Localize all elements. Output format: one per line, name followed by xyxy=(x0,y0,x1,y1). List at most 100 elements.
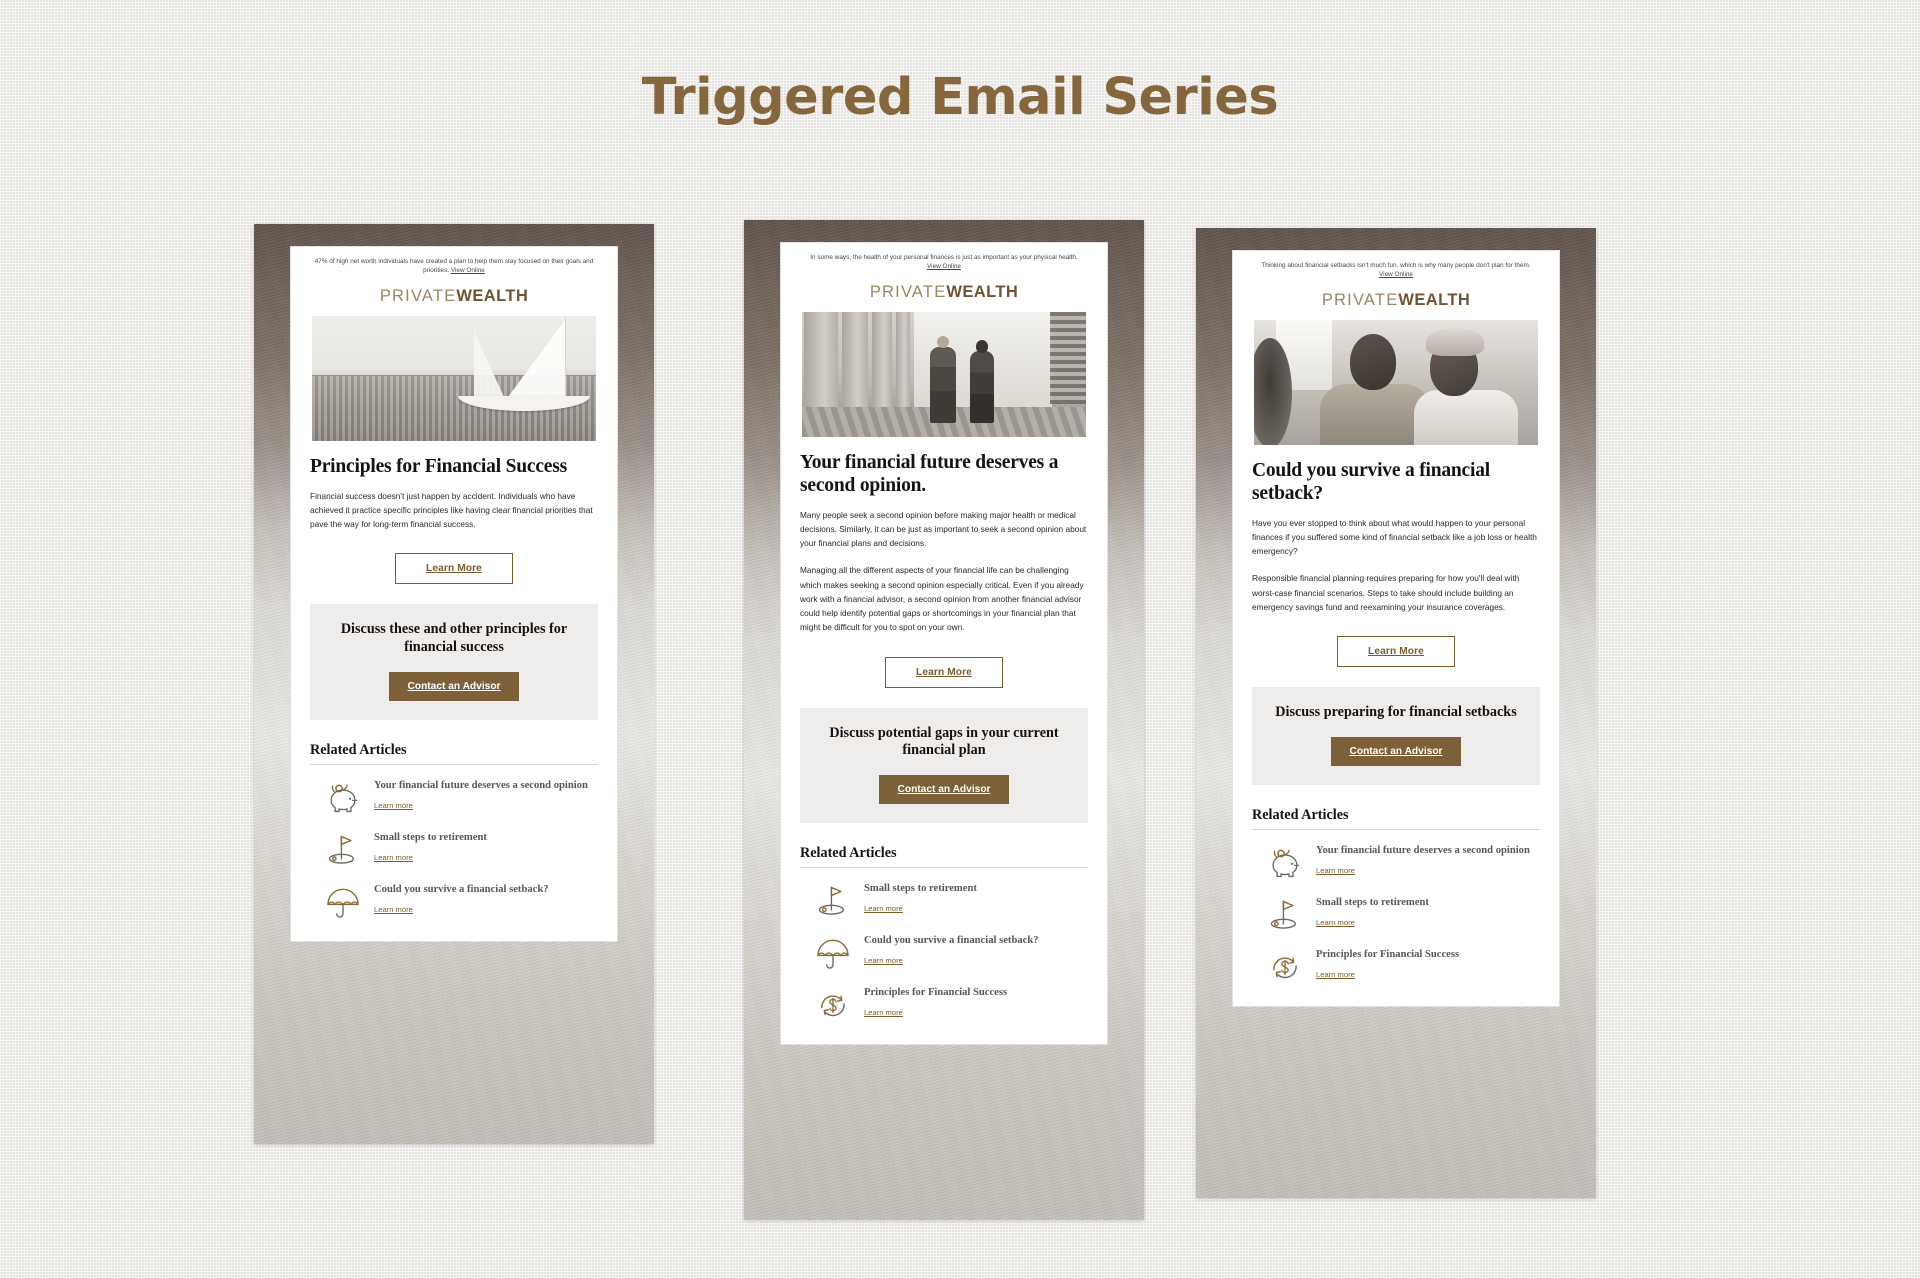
list-item[interactable]: Your financial future deserves a second … xyxy=(310,779,598,817)
related-articles-section: Related Articles Your financial future d… xyxy=(1252,807,1540,986)
article-title: Principles for Financial Success xyxy=(864,986,1008,998)
list-item[interactable]: Your financial future deserves a second … xyxy=(1252,844,1540,882)
learn-more-button[interactable]: Learn More xyxy=(885,656,1003,688)
column-shape xyxy=(872,311,892,410)
callout-box: Discuss these and other principles for f… xyxy=(310,604,598,720)
preheader-1: 47% of high net worth individuals have c… xyxy=(291,247,617,276)
person-man-head-shape xyxy=(1350,333,1396,390)
body-paragraph: Responsible financial planning requires … xyxy=(1252,573,1520,612)
person-woman-body-shape xyxy=(1414,389,1518,445)
list-item[interactable]: Principles for Financial Success Learn m… xyxy=(800,986,1088,1024)
preheader-3: Thinking about financial setbacks isn't … xyxy=(1233,251,1559,280)
related-articles-section: Related Articles Small steps to retireme… xyxy=(800,845,1088,1024)
logo-wealth-text: WEALTH xyxy=(456,286,529,305)
body-paragraph: Have you ever stopped to think about wha… xyxy=(1252,517,1537,557)
body-paragraph: Managing all the different aspects of yo… xyxy=(800,565,1084,633)
logo-private-text: PRIVATE xyxy=(379,286,457,305)
list-item[interactable]: Could you survive a financial setback? L… xyxy=(800,934,1088,972)
email-content-2: Your financial future deserves a second … xyxy=(781,437,1107,1044)
golf-flag-icon xyxy=(1270,900,1296,929)
article-learn-more-link[interactable]: Learn more xyxy=(864,1008,903,1017)
article-learn-more-link[interactable]: Learn more xyxy=(1316,918,1355,927)
article-title: Your financial future deserves a second … xyxy=(374,779,588,791)
article-text: Small steps to retirement Learn more xyxy=(374,831,487,865)
article-title: Could you survive a financial setback? xyxy=(374,883,549,895)
email-headline: Principles for Financial Success xyxy=(310,455,568,477)
preheader-2: In some ways, the health of your persona… xyxy=(781,243,1107,272)
mast-shape xyxy=(564,316,566,397)
callout-title: Discuss potential gaps in your current f… xyxy=(829,724,1059,759)
brand-logo: PRIVATEWEALTH xyxy=(1233,280,1559,320)
learn-more-row: Learn More xyxy=(800,635,1088,694)
body-paragraph: Financial success doesn't just happen by… xyxy=(310,490,593,530)
learn-more-button[interactable]: Learn More xyxy=(395,553,513,585)
article-text: Could you survive a financial setback? L… xyxy=(864,934,1039,968)
article-title: Your financial future deserves a second … xyxy=(1316,844,1530,856)
railing-shape xyxy=(1050,311,1086,405)
golf-flag-icon xyxy=(818,886,844,915)
email-headline: Could you survive a financial setback? xyxy=(1252,459,1490,504)
list-item[interactable]: Small steps to retirement Learn more xyxy=(800,882,1088,920)
email-card-3: Thinking about financial setbacks isn't … xyxy=(1196,228,1596,1198)
article-title: Small steps to retirement xyxy=(374,831,487,843)
article-learn-more-link[interactable]: Learn more xyxy=(374,853,413,862)
learn-more-button[interactable]: Learn More xyxy=(1337,636,1455,668)
related-articles-title: Related Articles xyxy=(310,742,598,765)
article-title: Small steps to retirement xyxy=(1316,896,1429,908)
hero-image-mature-couple xyxy=(1254,319,1538,445)
view-online-link[interactable]: View Online xyxy=(927,263,961,270)
main-sail-shape xyxy=(508,318,566,397)
email-card-1: 47% of high net worth individuals have c… xyxy=(254,224,654,1144)
article-learn-more-link[interactable]: Learn more xyxy=(374,905,413,914)
view-online-link[interactable]: View Online xyxy=(451,267,485,274)
email-content-1: Principles for Financial Success Financi… xyxy=(291,441,617,941)
learn-more-row: Learn More xyxy=(1252,614,1540,673)
callout-title: Discuss preparing for financial setbacks xyxy=(1275,704,1517,721)
golf-flag-icon xyxy=(328,835,354,864)
article-text: Your financial future deserves a second … xyxy=(1316,844,1530,878)
contact-advisor-button[interactable]: Contact an Advisor xyxy=(879,774,1009,804)
brand-logo: PRIVATEWEALTH xyxy=(291,276,617,316)
article-text: Your financial future deserves a second … xyxy=(374,779,588,813)
contact-advisor-button[interactable]: Contact an Advisor xyxy=(1331,736,1461,766)
article-text: Small steps to retirement Learn more xyxy=(1316,896,1429,930)
article-title: Principles for Financial Success xyxy=(1316,948,1460,960)
related-articles-title: Related Articles xyxy=(1252,807,1540,830)
view-online-link[interactable]: View Online xyxy=(1379,271,1413,278)
list-item[interactable]: Could you survive a financial setback? L… xyxy=(310,883,598,921)
logo-private-text: PRIVATE xyxy=(1321,290,1399,309)
related-articles-section: Related Articles Your financial future d… xyxy=(310,742,598,921)
article-title: Small steps to retirement xyxy=(864,882,977,894)
email-headline: Your financial future deserves a second … xyxy=(800,451,1059,496)
contact-advisor-button[interactable]: Contact an Advisor xyxy=(389,671,519,701)
dollar-cycle-icon xyxy=(1273,957,1297,978)
umbrella-icon xyxy=(817,939,849,969)
email-body-2: In some ways, the health of your persona… xyxy=(780,242,1108,1045)
email-card-2: In some ways, the health of your persona… xyxy=(744,220,1144,1220)
piggy-bank-icon xyxy=(1272,849,1300,877)
article-text: Principles for Financial Success Learn m… xyxy=(864,986,1007,1020)
article-learn-more-link[interactable]: Learn more xyxy=(374,801,413,810)
preheader-text: Thinking about financial setbacks isn't … xyxy=(1261,262,1531,269)
related-articles-title: Related Articles xyxy=(800,845,1088,868)
email-body-3: Thinking about financial setbacks isn't … xyxy=(1232,250,1560,1007)
list-item[interactable]: Small steps to retirement Learn more xyxy=(310,831,598,869)
email-content-3: Could you survive a financial setback? H… xyxy=(1233,445,1559,1006)
column-shape xyxy=(842,311,868,410)
column-shape xyxy=(896,311,910,410)
article-learn-more-link[interactable]: Learn more xyxy=(1316,970,1355,979)
email-series-deck: 47% of high net worth individuals have c… xyxy=(0,220,1920,1278)
article-learn-more-link[interactable]: Learn more xyxy=(864,956,903,965)
article-title: Could you survive a financial setback? xyxy=(864,934,1039,946)
learn-more-row: Learn More xyxy=(310,531,598,590)
list-item[interactable]: Small steps to retirement Learn more xyxy=(1252,896,1540,934)
article-text: Principles for Financial Success Learn m… xyxy=(1316,948,1459,982)
article-learn-more-link[interactable]: Learn more xyxy=(1316,866,1355,875)
article-text: Small steps to retirement Learn more xyxy=(864,882,977,916)
callout-title: Discuss these and other principles for f… xyxy=(340,621,568,655)
list-item[interactable]: Principles for Financial Success Learn m… xyxy=(1252,948,1540,986)
article-learn-more-link[interactable]: Learn more xyxy=(864,904,903,913)
column-shape xyxy=(804,311,838,410)
email-body-1: 47% of high net worth individuals have c… xyxy=(290,246,618,942)
article-text: Could you survive a financial setback? L… xyxy=(374,883,549,917)
